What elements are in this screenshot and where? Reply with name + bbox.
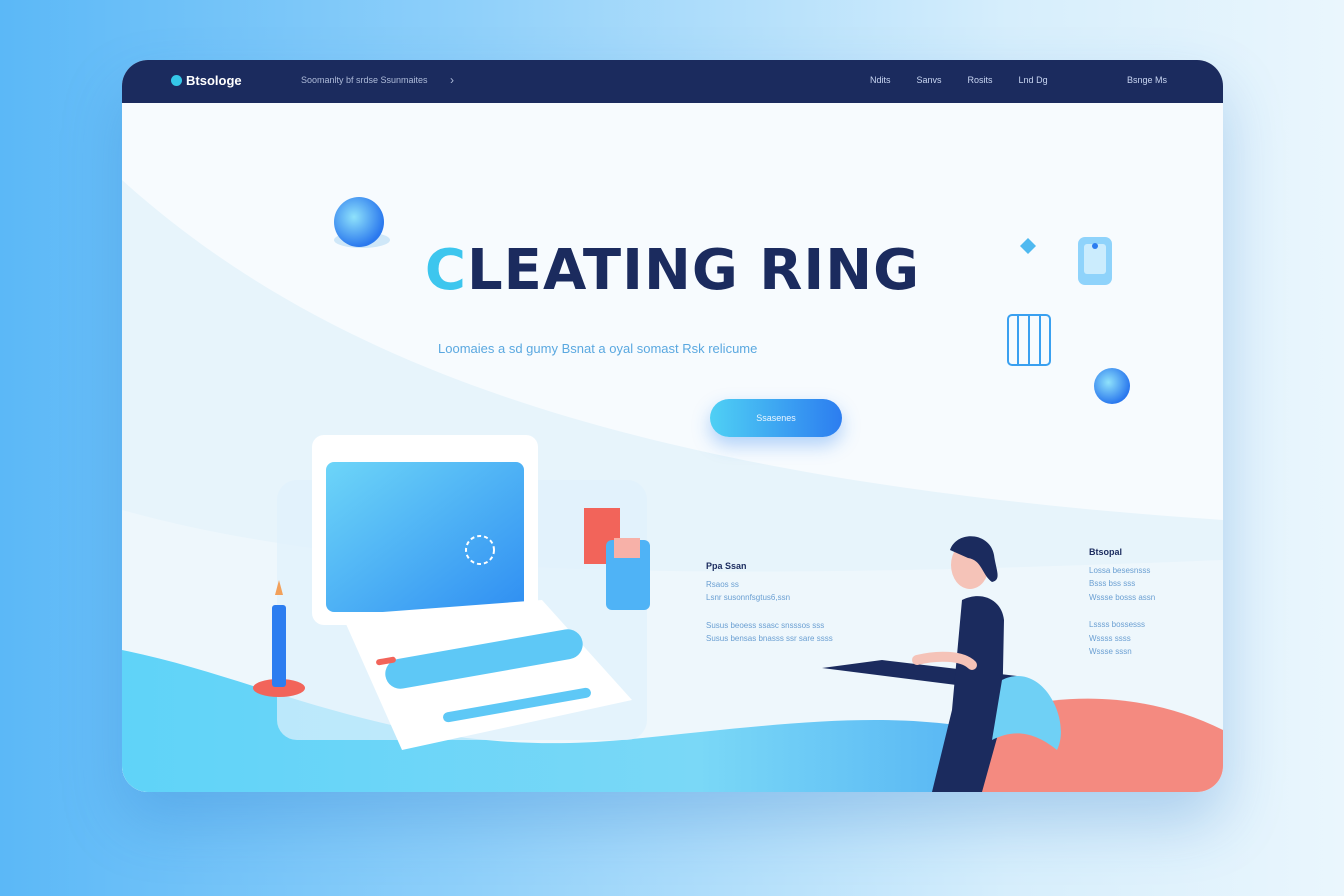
nav-link-4[interactable]: Lnd Dg <box>1019 75 1048 85</box>
hero-title-first-letter: C <box>424 238 467 303</box>
info-right-heading: Btsopal <box>1089 547 1123 557</box>
chevron-right-icon[interactable]: › <box>450 73 454 87</box>
orb-right-icon <box>1094 368 1130 404</box>
nav-links: Ndits Sanvs Rosits Lnd Dg <box>870 75 1074 85</box>
breadcrumb[interactable]: Soomanlty bf srdse Ssunmaites <box>301 75 428 85</box>
info-left-line: Rsaos ss <box>706 579 739 589</box>
info-right-line: Lossa besesnsss <box>1089 565 1151 575</box>
info-right-line: Bsss bss sss <box>1089 579 1136 588</box>
info-left-line: Susus bensas bnasss ssr sare ssss <box>706 634 833 643</box>
info-block-left: Ppa Ssan Rsaos ss Lsnr susonnfsgtus6,ssn… <box>706 560 833 646</box>
basket-icon <box>1007 314 1051 366</box>
info-left-line: Lsnr susonnfsgtus6,ssn <box>706 593 791 602</box>
nav-link-1[interactable]: Ndits <box>870 75 891 85</box>
brand-logo[interactable]: Btsologe <box>171 73 242 88</box>
info-left-heading: Ppa Ssan <box>706 561 747 571</box>
hero-subtitle: Loomaies a sd gumy Bsnat a oyal somast R… <box>438 341 758 356</box>
info-right-line: Wssse bosss assn <box>1089 592 1156 602</box>
top-navbar: Btsologe Soomanlty bf srdse Ssunmaites ›… <box>122 60 1223 103</box>
brand-name: Btsologe <box>186 73 242 88</box>
info-right-line: Lssss bossesss <box>1089 620 1146 629</box>
laptop-illustration <box>277 435 647 750</box>
account-link[interactable]: Bsnge Ms <box>1127 75 1167 85</box>
info-block-right: Btsopal Lossa besesnsss Bsss bss sss Wss… <box>1089 546 1155 659</box>
hero-title-rest: LEATING RING <box>467 238 921 303</box>
cta-button[interactable]: Ssasenes <box>710 399 842 437</box>
hero-illustration <box>122 180 1223 792</box>
nav-link-3[interactable]: Rosits <box>968 75 993 85</box>
logo-dot-icon <box>171 75 182 86</box>
browser-frame: Btsologe Soomanlty bf srdse Ssunmaites ›… <box>122 60 1223 792</box>
info-right-line: Wssss ssss <box>1089 633 1131 643</box>
info-left-line: Susus beoess ssasc snsssos sss <box>706 620 825 630</box>
info-right-line: Wssse sssn <box>1089 647 1132 656</box>
nav-link-2[interactable]: Sanvs <box>917 75 942 85</box>
hero-title: CLEATING RING <box>122 238 1223 303</box>
